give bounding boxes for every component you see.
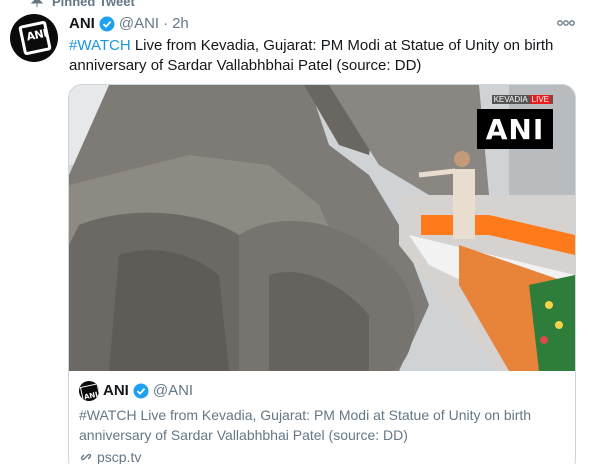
quoted-author-avatar: ANI [79,381,99,401]
live-overlay-tag: KEVADIA LIVE [491,95,553,104]
video-thumbnail[interactable]: KEVADIA LIVE ANI [69,85,575,371]
quoted-author-handle: @ANI [152,382,194,399]
link-domain[interactable]: pscp.tv [97,447,141,464]
hashtag-link[interactable]: #WATCH [69,37,131,54]
quoted-author-name: ANI [103,382,129,399]
link-icon [80,453,92,461]
quoted-tweet[interactable]: ANI ANI @ANI #WATCH Live from Kevadia, G… [69,371,575,464]
live-indicator: LIVE [529,95,551,104]
tweet-body-text: Live from Kevadia, Gujarat: PM Modi at S… [69,37,554,74]
more-options-icon[interactable] [557,19,575,27]
ani-logo-badge: ANI [18,20,52,56]
tweet-header: ANI @ANI · 2h [69,14,189,34]
pinned-label-text: Pinned Tweet [52,0,135,9]
pinned-tweet-label: Pinned Tweet [30,0,135,9]
separator-dot: · [163,15,169,32]
tweet-timestamp[interactable]: 2h [172,14,189,34]
verified-badge-icon [99,16,115,32]
card-link[interactable]: pscp.tv [79,447,565,464]
author-handle[interactable]: @ANI [119,14,159,34]
author-avatar[interactable]: ANI [10,14,58,62]
overlay-location: KEVADIA [493,95,528,104]
quoted-tweet-header: ANI ANI @ANI [79,381,565,401]
pin-icon [30,0,44,7]
ani-watermark-logo: ANI [477,109,553,149]
author-name[interactable]: ANI [69,14,95,34]
tweet-text: #WATCH Live from Kevadia, Gujarat: PM Mo… [69,36,569,76]
quoted-verified-badge-icon [133,383,149,399]
quoted-tweet-card[interactable]: KEVADIA LIVE ANI ANI ANI @ANI #WATCH Liv… [68,84,576,464]
quoted-tweet-text: #WATCH Live from Kevadia, Gujarat: PM Mo… [79,407,532,443]
